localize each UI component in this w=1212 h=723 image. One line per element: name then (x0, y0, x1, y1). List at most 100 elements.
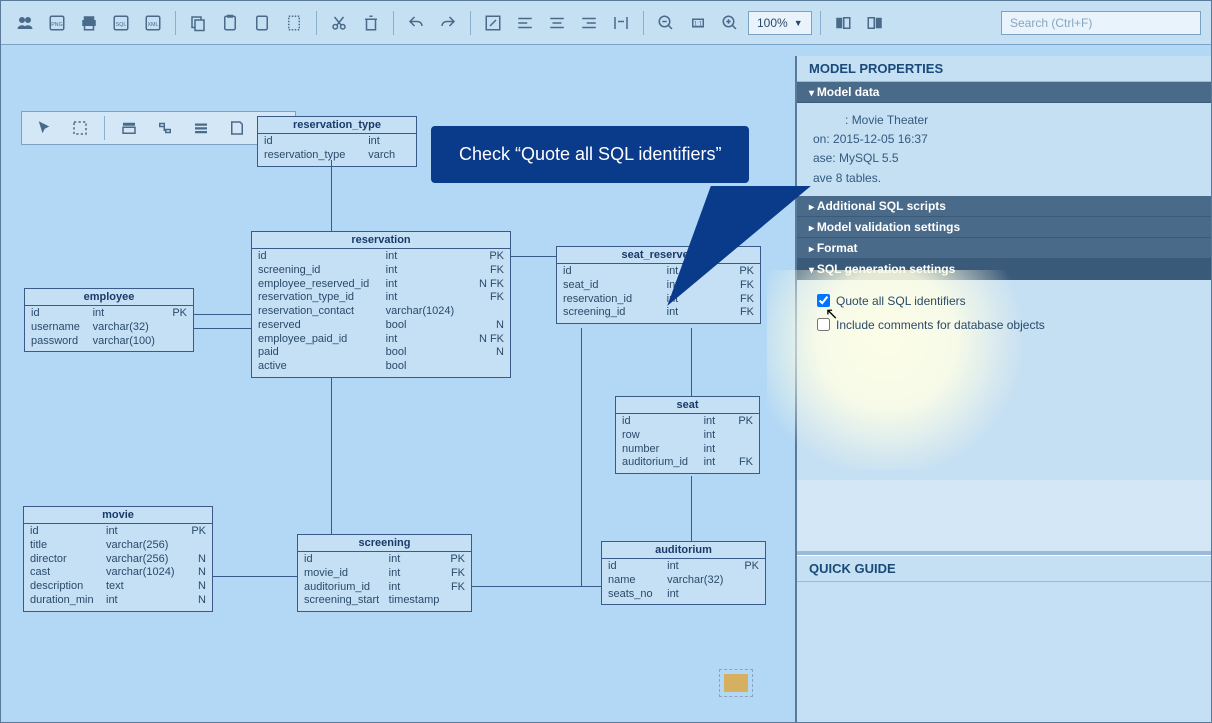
column-name: screening_id (563, 306, 659, 320)
column-type: int (389, 567, 441, 581)
paste-icon[interactable] (216, 9, 244, 37)
column-name: id (622, 415, 696, 429)
column-name: duration_min (30, 594, 98, 608)
marquee-tool-icon[interactable] (64, 114, 96, 142)
table-auditorium[interactable]: auditoriumidintPKnamevarchar(32)seats_no… (601, 541, 766, 605)
section-sql-generation[interactable]: SQL generation settings (797, 259, 1211, 280)
table-header: movie (24, 507, 212, 524)
table-movie[interactable]: movieidintPKtitlevarchar(256)directorvar… (23, 506, 213, 612)
zoom-out-icon[interactable] (652, 9, 680, 37)
column-type: bool (386, 346, 463, 360)
panel-layout-b-icon[interactable] (861, 9, 889, 37)
column-key (471, 360, 504, 374)
connector (331, 160, 332, 231)
connector (194, 314, 251, 315)
column-name: row (622, 429, 696, 443)
zoom-value: 100% (757, 16, 788, 30)
pointer-tool-icon[interactable] (28, 114, 60, 142)
column-key: PK (187, 525, 206, 539)
xml-export-icon[interactable]: XML (139, 9, 167, 37)
align-right-icon[interactable] (575, 9, 603, 37)
model-data-body: Name: Movie Theater on: 2015-12-05 16:37… (797, 103, 1211, 196)
column-key: FK (449, 581, 465, 595)
column-name: auditorium_id (304, 581, 381, 595)
print-icon[interactable] (75, 9, 103, 37)
quick-guide-panel: QUICK GUIDE (797, 551, 1211, 722)
column-type: int (106, 594, 179, 608)
column-key: N (187, 566, 206, 580)
tooltip-text: Check “Quote all SQL identifiers” (459, 144, 721, 164)
table-screening[interactable]: screeningidintPKmovie_idintFKauditorium_… (297, 534, 472, 612)
section-validation[interactable]: Model validation settings (797, 217, 1211, 238)
quote-identifiers-option[interactable]: Quote all SQL identifiers ↖ (817, 294, 1191, 308)
column-key (449, 594, 465, 608)
distribute-icon[interactable] (607, 9, 635, 37)
svg-text:XML: XML (148, 22, 159, 28)
column-key: FK (471, 264, 504, 278)
column-name: id (304, 553, 381, 567)
table-employee[interactable]: employeeidintPKusernamevarchar(32)passwo… (24, 288, 194, 352)
main-toolbar: PNG SQL XML 1:1 100% ▼ Search (Ctrl+F) (1, 1, 1211, 45)
column-key: N (471, 319, 504, 333)
table-seat[interactable]: seatidintPKrowintnumberintauditorium_idi… (615, 396, 760, 474)
users-icon[interactable] (11, 9, 39, 37)
zoom-select[interactable]: 100% ▼ (748, 11, 812, 35)
model-database: MySQL 5.5 (839, 151, 899, 165)
copy-icon[interactable] (184, 9, 212, 37)
table-tool-icon[interactable] (113, 114, 145, 142)
column-type: int (386, 333, 463, 347)
search-input[interactable]: Search (Ctrl+F) (1001, 11, 1201, 35)
table-header: reservation (252, 232, 510, 249)
model-tables: 8 tables. (836, 171, 881, 185)
include-comments-option[interactable]: Include comments for database objects (817, 318, 1191, 332)
redo-icon[interactable] (434, 9, 462, 37)
delete-icon[interactable] (357, 9, 385, 37)
section-model-data[interactable]: Model data (797, 82, 1211, 103)
png-export-icon[interactable]: PNG (43, 9, 71, 37)
note-tool-icon[interactable] (221, 114, 253, 142)
section-format[interactable]: Format (797, 238, 1211, 259)
edit-mode-icon[interactable] (479, 9, 507, 37)
column-type: int (386, 278, 463, 292)
section-additional-scripts[interactable]: Additional SQL scripts (797, 196, 1211, 217)
column-name: screening_id (258, 264, 378, 278)
column-key: N (187, 594, 206, 608)
zoom-in-icon[interactable] (716, 9, 744, 37)
column-type: varchar(1024) (386, 305, 463, 319)
diagram-toolbar (21, 111, 296, 145)
table-reservation-type[interactable]: reservation_typeidintreservation_typevar… (257, 116, 417, 167)
column-type: varchar(1024) (106, 566, 179, 580)
include-comments-checkbox[interactable] (817, 318, 830, 331)
undo-icon[interactable] (402, 9, 430, 37)
column-name: cast (30, 566, 98, 580)
column-key: N (471, 346, 504, 360)
column-key (731, 429, 753, 443)
view-tool-icon[interactable] (185, 114, 217, 142)
column-name: active (258, 360, 378, 374)
sql-export-icon[interactable]: SQL (107, 9, 135, 37)
svg-text:SQL: SQL (116, 22, 127, 28)
column-key (738, 574, 759, 588)
relation-tool-icon[interactable] (149, 114, 181, 142)
quote-identifiers-checkbox[interactable] (817, 294, 830, 307)
column-name: id (31, 307, 85, 321)
paste-special-icon[interactable] (280, 9, 308, 37)
align-left-icon[interactable] (511, 9, 539, 37)
column-name: id (608, 560, 659, 574)
column-type: timestamp (389, 594, 441, 608)
clipboard-icon[interactable] (248, 9, 276, 37)
align-center-icon[interactable] (543, 9, 571, 37)
zoom-actual-icon[interactable]: 1:1 (684, 9, 712, 37)
column-name: screening_start (304, 594, 381, 608)
column-type: int (386, 250, 463, 264)
cut-icon[interactable] (325, 9, 353, 37)
svg-text:PNG: PNG (51, 22, 62, 28)
panel-layout-a-icon[interactable] (829, 9, 857, 37)
column-type: int (704, 415, 723, 429)
column-name: username (31, 321, 85, 335)
column-key (168, 335, 187, 349)
column-key: PK (168, 307, 187, 321)
sql-generation-body: Quote all SQL identifiers ↖ Include comm… (797, 280, 1211, 480)
minimap-thumb[interactable] (719, 669, 753, 697)
table-reservation[interactable]: reservationidintPKscreening_idintFKemplo… (251, 231, 511, 378)
